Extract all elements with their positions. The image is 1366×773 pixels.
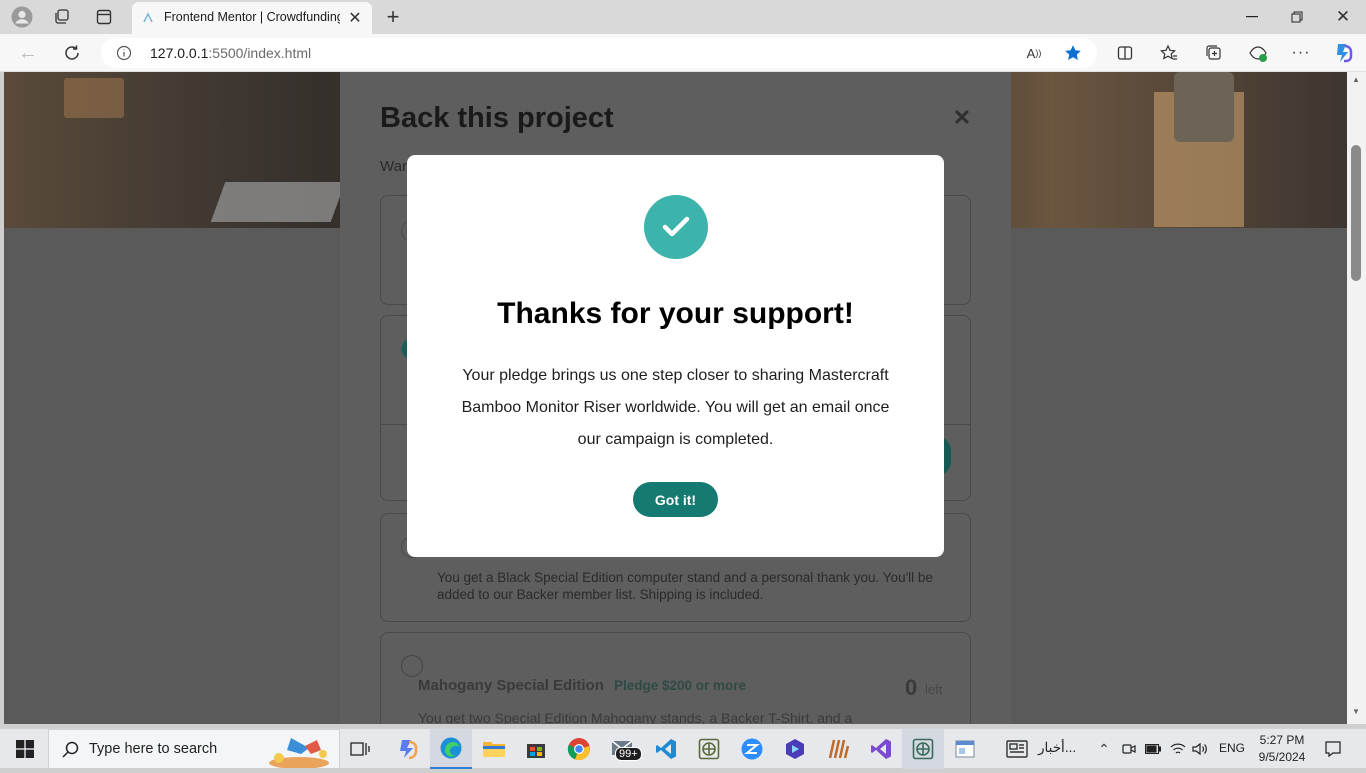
more-options-icon[interactable]: ··· [1290,42,1312,64]
volume-icon[interactable] [1190,739,1210,759]
url-text[interactable]: 127.0.0.1:5500/index.html [150,45,311,61]
clock-time: 5:27 PM [1259,733,1305,747]
address-bar[interactable]: 127.0.0.1:5500/index.html A)) [101,38,1097,68]
collections-icon[interactable] [1203,42,1225,64]
back-icon[interactable]: ← [16,41,40,65]
search-highlight-icon [261,732,336,769]
file-explorer-icon[interactable] [473,729,515,769]
workspaces-icon[interactable] [48,5,76,29]
success-message: Your pledge brings us one step closer to… [461,367,890,448]
hero-wood-block [64,78,124,118]
close-window-icon[interactable]: ✕ [1329,5,1357,29]
chrome-icon[interactable] [558,729,600,769]
news-label[interactable]: أخبار... [1038,740,1076,756]
pledge-modal-intro: Want to support us in bringing Mastercra… [380,158,407,175]
tab-bar: Frontend Mentor | Crowdfunding ✕ + ✕ [0,0,1366,34]
reward-left-count: 0 [905,675,918,700]
clock[interactable]: 5:27 PM 9/5/2024 [1254,732,1310,766]
check-icon [644,195,708,259]
refresh-icon[interactable] [60,41,84,65]
reward-description: You get two Special Edition Mahogany sta… [418,710,853,724]
minimize-icon[interactable] [1238,5,1266,29]
url-path: :5500/index.html [208,45,312,61]
notifications-icon[interactable] [1321,738,1345,760]
battery-icon[interactable] [1144,739,1162,759]
vscode-icon[interactable] [645,729,687,769]
app-tile-active-icon[interactable] [902,729,944,769]
reward-title: Mahogany Special Edition [418,677,604,694]
hero-lamp-bulb [1174,72,1234,142]
scrollbar-thumb[interactable] [1351,145,1361,281]
meet-now-icon[interactable] [1120,739,1138,759]
success-modal: Thanks for your support! Your pledge bri… [407,155,944,557]
restore-icon[interactable] [1283,5,1311,29]
reward-card-mahogany[interactable]: Mahogany Special Edition Pledge $200 or … [380,632,971,724]
got-it-button[interactable]: Got it! [633,482,718,517]
copilot-icon[interactable] [1331,41,1355,65]
scroll-up-icon[interactable]: ▲ [1351,74,1361,84]
tab-actions-icon[interactable] [90,5,118,29]
url-host: 127.0.0.1 [150,45,209,61]
browser-essentials-icon[interactable] [1247,42,1269,64]
tab-title: Frontend Mentor | Crowdfunding [164,10,340,24]
tray-chevron-icon[interactable]: ⌃ [1095,739,1113,759]
new-tab-icon[interactable]: + [380,4,406,29]
mail-icon[interactable]: 99+ [602,729,644,769]
search-icon [61,740,79,758]
scroll-down-icon[interactable]: ▼ [1351,706,1361,716]
pledge-modal-title: Back this project [380,102,614,134]
reward-description: You get a Black Special Edition computer… [437,570,933,602]
edge-taskbar-icon[interactable] [430,729,472,769]
reward-radio[interactable] [401,655,423,677]
start-button[interactable] [4,729,46,769]
search-placeholder: Type here to search [89,741,218,757]
favicon-icon [140,10,156,26]
mail-badge: 99+ [615,747,642,761]
reward-left-label: left [925,682,943,697]
copilot-taskbar-icon[interactable] [386,729,428,769]
app-tile-icon[interactable] [688,729,730,769]
app-stripes-icon[interactable] [817,729,859,769]
zoom-icon[interactable] [731,729,773,769]
app-window-icon[interactable] [944,729,986,769]
profile-icon[interactable] [8,5,36,29]
site-info-icon[interactable] [115,45,133,61]
split-screen-icon[interactable] [1114,42,1136,64]
favorite-star-icon[interactable] [1062,42,1084,64]
read-aloud-icon[interactable]: A)) [1023,43,1045,63]
success-title: Thanks for your support! [497,297,854,330]
close-modal-icon[interactable]: ✕ [952,105,972,130]
taskbar: Type here to search 99+ أخبار... ⌃ ENG 5… [0,728,1366,769]
scrollbar[interactable]: ▲ ▼ [1347,72,1366,724]
language-indicator[interactable]: ENG [1219,741,1245,755]
favorites-icon[interactable] [1158,42,1180,64]
hero-keyboard [210,182,346,222]
app-purple-icon[interactable] [774,729,816,769]
wifi-icon[interactable] [1168,739,1188,759]
clock-date: 9/5/2024 [1258,750,1306,764]
taskbar-search[interactable]: Type here to search [48,729,340,769]
visual-studio-icon[interactable] [860,729,902,769]
reward-pledge-amount: Pledge $200 or more [614,678,747,693]
store-icon[interactable] [515,729,557,769]
task-view-icon[interactable] [339,729,381,769]
close-tab-icon[interactable]: ✕ [346,9,364,27]
news-icon[interactable] [996,729,1038,769]
page-viewport: Back this project ✕ Want to support us i… [4,72,1347,724]
tab-active[interactable]: Frontend Mentor | Crowdfunding ✕ [132,2,372,34]
